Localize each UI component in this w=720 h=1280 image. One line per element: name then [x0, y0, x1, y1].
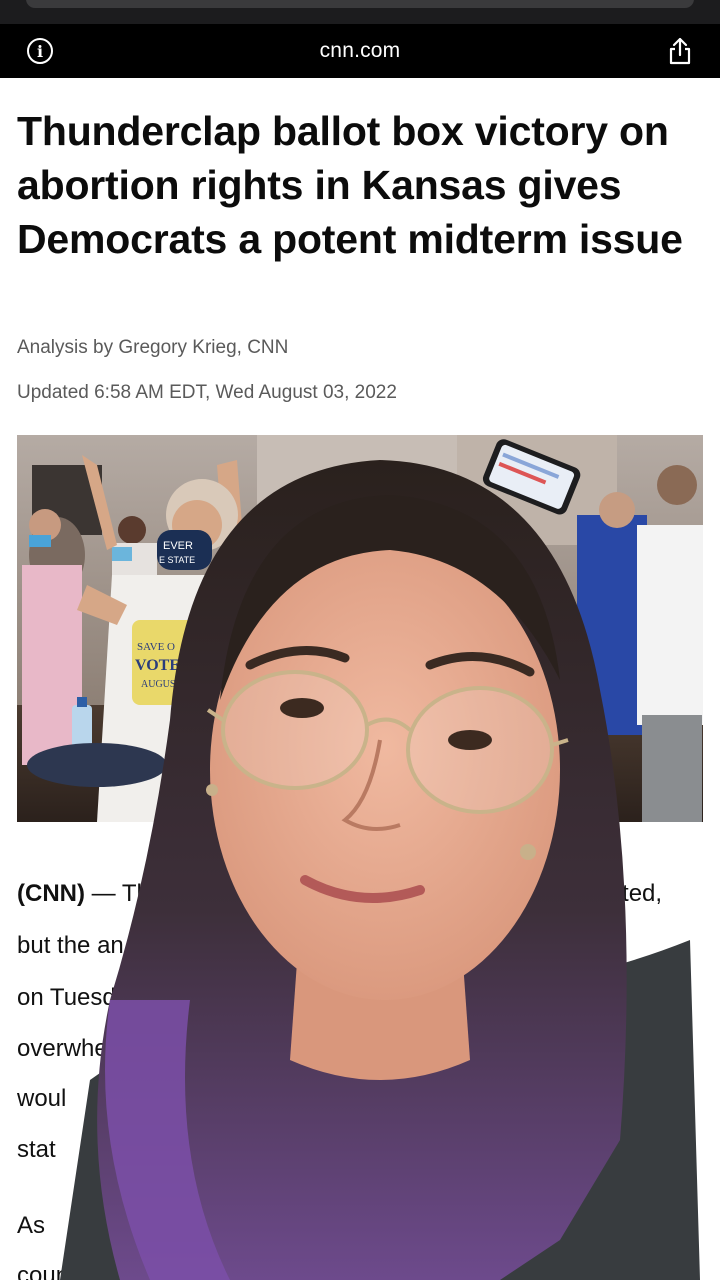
url-domain[interactable]: cnn.com — [0, 39, 720, 63]
shirt-text-2: VOTE — [135, 657, 180, 674]
address-bar-remnant — [26, 0, 694, 8]
mask-text-1: EVER — [163, 540, 193, 552]
shirt-text-3: AUGUS — [141, 679, 175, 690]
body-line: woul — [17, 1085, 67, 1112]
article-headline: Thunderclap ballot box victory on aborti… — [17, 108, 683, 262]
shirt-text-1: SAVE O — [137, 641, 175, 653]
body-line-left: (CNN) — Th — [17, 880, 150, 907]
body-line: on Tuesd — [17, 984, 116, 1011]
last-line-before: country — [17, 1262, 103, 1280]
body-line: stat — [17, 1136, 56, 1163]
article-inline-link[interactable]: race to outlaw the procedure — [102, 1262, 406, 1280]
cnn-dateline: (CNN) — [17, 880, 85, 907]
body-line: but the an — [17, 932, 124, 959]
body-line: overwhe — [17, 1035, 108, 1062]
mask-text-2: E STATE — [159, 555, 195, 565]
article-timestamp: Updated 6:58 AM EDT, Wed August 03, 2022 — [17, 382, 397, 403]
body-line: As — [17, 1212, 46, 1239]
share-icon[interactable] — [666, 36, 694, 66]
article-byline: Analysis by Gregory Krieg, CNN — [17, 337, 288, 359]
author-link[interactable]: Gregory Krieg, CNN — [118, 337, 288, 358]
body-line-last: country race to outlaw the procedure in … — [17, 1262, 607, 1280]
hero-photo[interactable]: EVER E STATE SAVE O VOTE AUGUS — [17, 435, 703, 822]
body-line-right-fragment: oluted, — [590, 880, 663, 907]
last-line-after: in the aftermath of — [406, 1262, 607, 1280]
body-line: (CNN) — Th — [17, 880, 150, 908]
browser-top-strip — [0, 0, 720, 24]
byline-prefix: Analysis by — [17, 337, 119, 358]
browser-url-bar: i cnn.com — [0, 24, 720, 78]
